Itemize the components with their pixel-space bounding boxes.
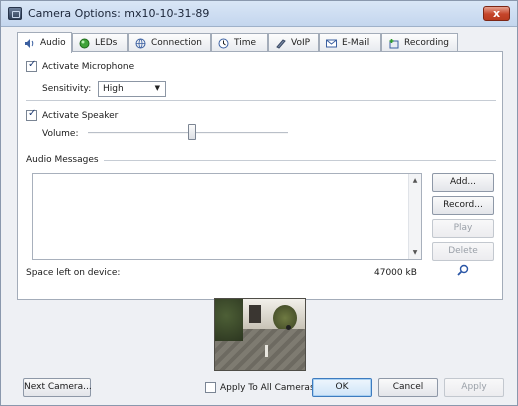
window-title: Camera Options: mx10-10-31-89 [28,7,210,20]
cancel-button[interactable]: Cancel [378,378,438,397]
led-icon [79,38,90,49]
activate-speaker-checkbox[interactable] [26,108,37,121]
tab-audio[interactable]: Audio [17,32,72,53]
tab-recording[interactable]: Recording [381,33,458,52]
tab-email[interactable]: E-Mail [319,33,381,52]
phone-icon [275,38,286,49]
add-message-button[interactable]: Add... [432,173,494,192]
tab-label: Time [234,38,257,48]
scroll-up-icon[interactable]: ▲ [409,174,421,187]
recording-icon [388,38,399,49]
sensitivity-label: Sensitivity: [42,84,92,94]
space-left-label: Space left on device: [26,268,121,278]
play-message-button[interactable]: Play [432,219,494,238]
audio-messages-list[interactable]: ▲ ▼ [32,173,422,260]
record-message-button[interactable]: Record... [432,196,494,215]
sensitivity-select[interactable]: High ▼ [98,81,166,97]
tab-voip[interactable]: VoIP [268,33,319,52]
camera-preview-image [214,298,306,371]
tab-label: Connection [151,38,202,48]
apply-button[interactable]: Apply [444,378,504,397]
tab-label: Audio [40,38,66,48]
clock-icon [218,38,229,49]
tab-label: E-Mail [342,38,370,48]
ok-button[interactable]: OK [312,378,372,397]
tab-label: Recording [404,38,450,48]
volume-slider-thumb[interactable] [188,124,196,140]
tab-leds[interactable]: LEDs [72,33,128,52]
tab-connection[interactable]: Connection [128,33,211,52]
tab-label: LEDs [95,38,118,48]
activate-microphone-label: Activate Microphone [42,62,135,72]
connection-icon [135,38,146,49]
activate-speaker-label: Activate Speaker [42,111,119,121]
sensitivity-value: High [103,84,124,94]
speaker-icon [24,38,35,49]
list-scrollbar[interactable]: ▲ ▼ [408,174,421,259]
scroll-down-icon[interactable]: ▼ [409,246,421,259]
apply-to-all-cameras-checkbox[interactable] [205,382,216,393]
delete-message-button[interactable]: Delete [432,242,494,261]
tab-label: VoIP [291,38,311,48]
space-left-value: 47000 kB [374,268,417,278]
next-camera-button[interactable]: Next Camera... [23,378,92,397]
title-bar[interactable]: Camera Options: mx10-10-31-89 x [1,1,517,27]
audio-settings-panel: Activate Microphone Sensitivity: High ▼ … [17,51,503,300]
chevron-down-icon: ▼ [154,84,160,92]
audio-messages-divider [104,160,496,161]
activate-microphone-checkbox[interactable] [26,59,37,72]
apply-to-all-cameras-label: Apply To All Cameras [220,383,315,393]
camera-app-icon [8,7,22,20]
tab-time[interactable]: Time [211,33,268,52]
email-icon [326,38,337,49]
search-icon[interactable] [457,264,469,276]
audio-messages-heading: Audio Messages [26,155,99,165]
section-divider [26,100,496,101]
volume-label: Volume: [42,129,79,139]
close-button[interactable]: x [483,6,510,21]
camera-options-dialog: Camera Options: mx10-10-31-89 x Audio LE… [0,0,518,406]
